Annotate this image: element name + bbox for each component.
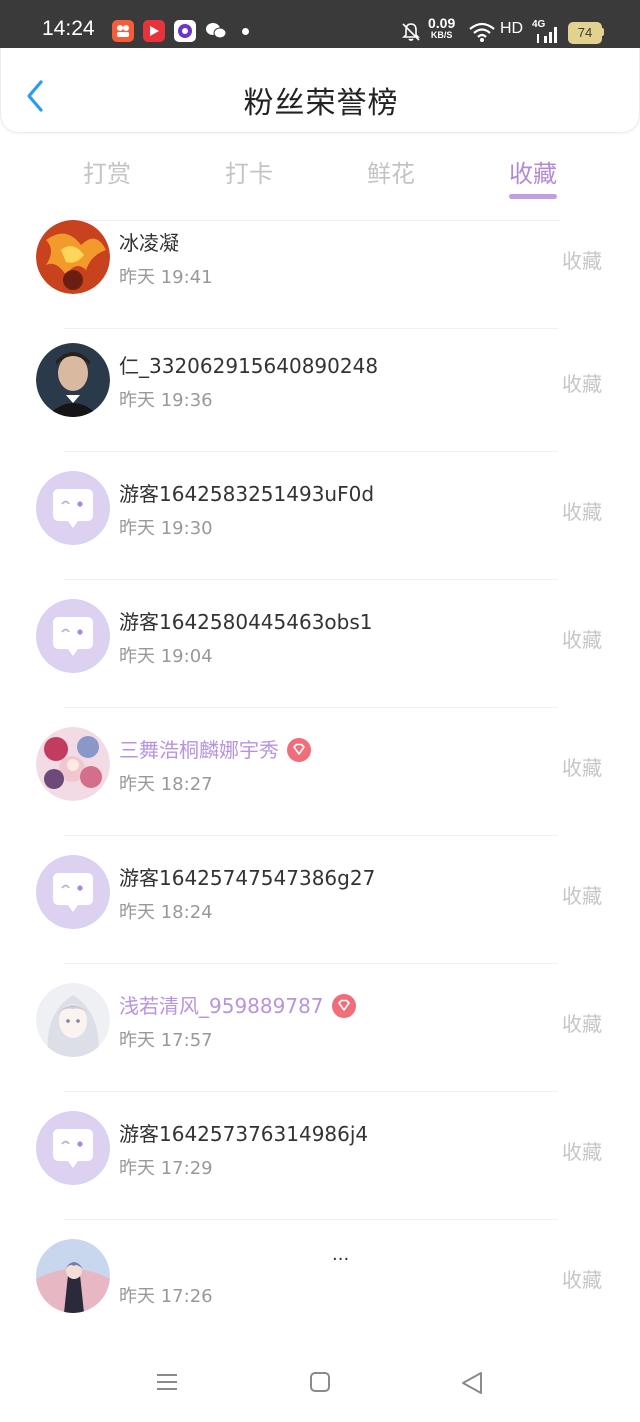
- chat-bubble-icon: [36, 471, 110, 545]
- list-item[interactable]: 仁_332062915640890248 昨天 19:36 收藏: [0, 324, 640, 452]
- network-speed: 0.09 KB/S: [428, 16, 455, 40]
- action-time: 昨天 19:41: [119, 267, 213, 288]
- action-label: 收藏: [562, 884, 602, 908]
- network-speed-value: 0.09: [428, 15, 456, 31]
- tab-collect[interactable]: 收藏: [488, 154, 578, 189]
- action-label: 收藏: [562, 628, 602, 652]
- user-name: 冰凌凝: [119, 231, 179, 255]
- action-label: 收藏: [562, 249, 602, 273]
- menu-icon[interactable]: [155, 1370, 179, 1394]
- battery-level: 74: [568, 22, 602, 44]
- action-label: 收藏: [562, 500, 602, 524]
- list-item[interactable]: 游客16425747547386g27 昨天 18:24 收藏: [0, 836, 640, 964]
- hd-indicator: HD: [500, 20, 524, 37]
- tab-checkin[interactable]: 打卡: [204, 154, 294, 189]
- user-name: 游客1642580445463obs1: [119, 610, 373, 634]
- fan-list: 冰凌凝 昨天 19:41 收藏 仁_332062915640890248 昨天 …: [0, 220, 640, 1335]
- list-item[interactable]: 三舞浩桐麟娜宇秀 昨天 18:27 收藏: [0, 708, 640, 836]
- list-item[interactable]: 游客1642580445463obs1 昨天 19:04 收藏: [0, 580, 640, 708]
- user-name: 三舞浩桐麟娜宇秀: [119, 734, 311, 764]
- chat-bubble-icon: [36, 599, 110, 673]
- back-triangle-icon[interactable]: [459, 1370, 485, 1396]
- network-speed-unit: KB/S: [430, 30, 453, 40]
- action-time: 昨天 18:27: [119, 774, 213, 795]
- user-name-text: 浅若清风_959889787: [119, 994, 324, 1018]
- user-name: ...: [332, 1244, 350, 1265]
- header: 粉丝荣誉榜: [0, 48, 640, 133]
- system-nav-bar: [0, 1340, 640, 1422]
- wifi-icon: [469, 22, 495, 42]
- avatar: [36, 343, 110, 417]
- diamond-icon: [287, 737, 311, 762]
- user-name: 游客164257376314986j4: [119, 1122, 369, 1146]
- avatar: [36, 983, 110, 1057]
- action-label: 收藏: [562, 1268, 602, 1292]
- action-label: 收藏: [562, 756, 602, 780]
- camera-app-icon: [174, 20, 196, 42]
- action-time: 昨天 19:36: [119, 390, 213, 411]
- list-item[interactable]: 冰凌凝 昨天 19:41 收藏: [0, 220, 640, 329]
- user-name-text: 三舞浩桐麟娜宇秀: [119, 738, 279, 762]
- action-time: 昨天 17:26: [119, 1286, 213, 1307]
- battery-tip: [601, 28, 604, 36]
- more-notifications-dot: [242, 28, 249, 35]
- mute-bell-icon: [402, 23, 420, 41]
- list-item[interactable]: ... 昨天 17:26 收藏: [0, 1220, 640, 1335]
- avatar: [36, 1239, 110, 1313]
- avatar: [36, 220, 110, 294]
- list-item[interactable]: 游客164257376314986j4 昨天 17:29 收藏: [0, 1092, 640, 1220]
- diamond-icon: [331, 993, 356, 1018]
- tab-flowers[interactable]: 鲜花: [346, 154, 436, 189]
- action-time: 昨天 19:30: [119, 518, 213, 539]
- action-label: 收藏: [562, 1140, 602, 1164]
- user-name: 浅若清风_959889787: [119, 990, 356, 1020]
- action-time: 昨天 19:04: [119, 646, 213, 667]
- action-time: 昨天 18:24: [119, 902, 213, 923]
- signal-icon: [537, 27, 557, 43]
- list-item[interactable]: 游客1642583251493uF0d 昨天 19:30 收藏: [0, 452, 640, 580]
- chat-bubble-icon: [36, 855, 110, 929]
- chat-bubble-icon: [36, 1111, 110, 1185]
- wechat-icon: [205, 20, 227, 42]
- user-name: 游客1642583251493uF0d: [119, 482, 375, 506]
- user-name: 仁_332062915640890248: [119, 354, 379, 378]
- app-notification-icon: [112, 20, 134, 42]
- video-app-icon: [143, 20, 165, 42]
- status-time: 14:24: [42, 17, 95, 40]
- page-title: 粉丝荣誉榜: [243, 86, 399, 121]
- action-label: 收藏: [562, 372, 602, 396]
- tab-reward[interactable]: 打赏: [62, 154, 152, 189]
- list-item[interactable]: 浅若清风_959889787 昨天 17:57 收藏: [0, 964, 640, 1092]
- active-tab-indicator: [509, 194, 557, 199]
- home-square-icon[interactable]: [308, 1370, 332, 1394]
- avatar: [36, 727, 110, 801]
- user-name: 游客16425747547386g27: [119, 866, 376, 890]
- tab-bar: 打赏 打卡 鲜花 收藏: [0, 140, 640, 210]
- action-time: 昨天 17:29: [119, 1158, 213, 1179]
- action-time: 昨天 17:57: [119, 1030, 213, 1051]
- action-label: 收藏: [562, 1012, 602, 1036]
